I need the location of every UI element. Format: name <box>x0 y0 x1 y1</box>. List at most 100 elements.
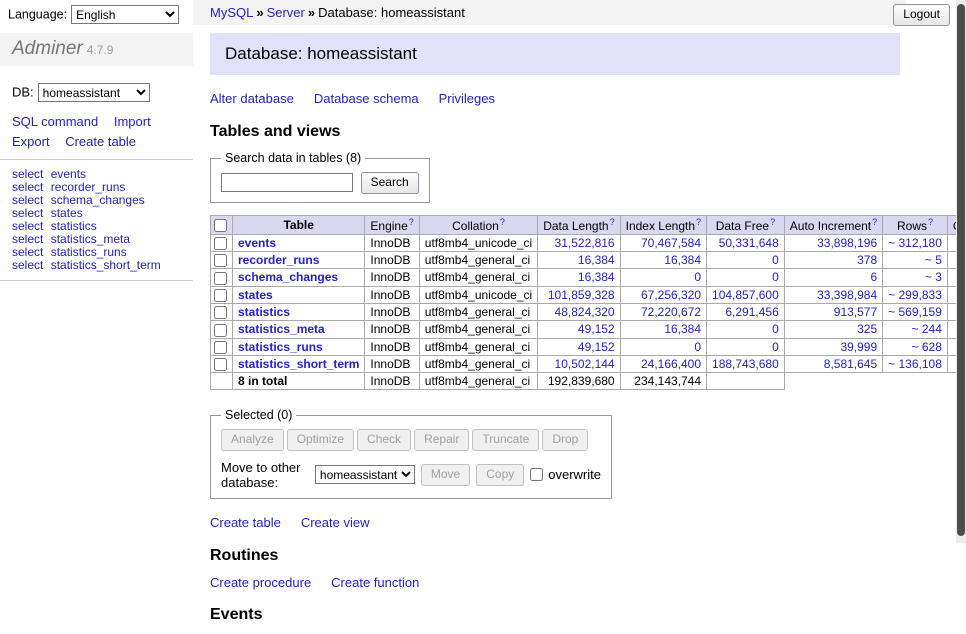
table-link-recorder-runs[interactable]: recorder_runs <box>238 253 319 267</box>
index-length-link[interactable]: 70,467,584 <box>641 236 701 250</box>
check-button[interactable]: Check <box>357 429 411 451</box>
row-checkbox-statistics-meta[interactable] <box>214 324 227 337</box>
data-length-link[interactable]: 16,384 <box>578 270 615 284</box>
sidebar-link-create-table[interactable]: Create table <box>65 134 136 149</box>
table-link-statistics-short-term[interactable]: statistics_short_term <box>238 357 359 371</box>
table-link-statistics-runs[interactable]: statistics_runs <box>238 340 323 354</box>
scrollbar-thumb[interactable] <box>957 4 965 536</box>
rows-count-link[interactable]: ~ 628 <box>912 340 942 354</box>
auto-increment-link[interactable]: 33,898,196 <box>817 236 877 250</box>
create-view-link[interactable]: Create view <box>301 515 370 530</box>
data-free-link[interactable]: 188,743,680 <box>712 357 779 371</box>
table-link-statistics-meta[interactable]: statistics_meta <box>51 232 130 246</box>
data-free-link[interactable]: 104,857,600 <box>712 288 779 302</box>
table-link-statistics-meta[interactable]: statistics_meta <box>238 322 325 336</box>
database-schema-link[interactable]: Database schema <box>314 91 419 106</box>
data-length-link[interactable]: 49,152 <box>578 322 615 336</box>
privileges-link[interactable]: Privileges <box>439 91 495 106</box>
rows-count-link[interactable]: ~ 299,833 <box>888 288 942 302</box>
overwrite-checkbox[interactable] <box>530 468 543 481</box>
auto-increment-link[interactable]: 325 <box>857 322 877 336</box>
index-length-link[interactable]: 72,220,672 <box>641 305 701 319</box>
scrollbar[interactable] <box>956 0 966 543</box>
table-link-recorder-runs[interactable]: recorder_runs <box>51 180 126 194</box>
table-link-statistics[interactable]: statistics <box>51 219 97 233</box>
index-length-link[interactable]: 0 <box>694 270 701 284</box>
rows-count-link[interactable]: ~ 244 <box>912 322 942 336</box>
data-free-link[interactable]: 0 <box>772 270 779 284</box>
table-link-statistics-runs[interactable]: statistics_runs <box>51 245 127 259</box>
language-select[interactable]: English <box>71 5 179 24</box>
table-link-events[interactable]: events <box>51 167 86 181</box>
create-procedure-link[interactable]: Create procedure <box>210 575 311 590</box>
index-length-link[interactable]: 67,256,320 <box>641 288 701 302</box>
row-checkbox-recorder-runs[interactable] <box>214 254 227 267</box>
sidebar-link-sql-command[interactable]: SQL command <box>12 114 98 129</box>
auto-increment-link[interactable]: 913,577 <box>834 305 877 319</box>
create-function-link[interactable]: Create function <box>331 575 419 590</box>
auto-increment-link[interactable]: 33,398,984 <box>817 288 877 302</box>
row-checkbox-events[interactable] <box>214 237 227 250</box>
table-link-states[interactable]: states <box>51 206 83 220</box>
data-free-link[interactable]: 0 <box>772 253 779 267</box>
rows-count-link[interactable]: ~ 3 <box>925 270 942 284</box>
data-length-link[interactable]: 31,522,816 <box>555 236 615 250</box>
table-link-schema-changes[interactable]: schema_changes <box>51 193 145 207</box>
move-db-select[interactable]: homeassistant <box>315 465 415 484</box>
auto-increment-link[interactable]: 8,581,645 <box>824 357 877 371</box>
select-link-states[interactable]: select <box>12 206 43 220</box>
sidebar-link-export[interactable]: Export <box>12 134 50 149</box>
analyze-button[interactable]: Analyze <box>221 429 284 451</box>
data-length-link[interactable]: 101,859,328 <box>548 288 615 302</box>
sidebar-link-import[interactable]: Import <box>114 114 151 129</box>
search-button[interactable]: Search <box>361 172 419 194</box>
help-icon[interactable]: ? <box>409 217 414 227</box>
data-free-link[interactable]: 0 <box>772 340 779 354</box>
select-link-statistics-short-term[interactable]: select <box>12 258 43 272</box>
data-free-link[interactable]: 0 <box>772 322 779 336</box>
row-checkbox-statistics-short-term[interactable] <box>214 358 227 371</box>
select-link-statistics-runs[interactable]: select <box>12 245 43 259</box>
data-length-link[interactable]: 10,502,144 <box>555 357 615 371</box>
auto-increment-link[interactable]: 6 <box>870 270 877 284</box>
table-link-schema-changes[interactable]: schema_changes <box>238 270 338 284</box>
index-length-link[interactable]: 16,384 <box>664 322 701 336</box>
table-link-statistics-short-term[interactable]: statistics_short_term <box>51 258 161 272</box>
auto-increment-link[interactable]: 39,999 <box>840 340 877 354</box>
index-length-link[interactable]: 0 <box>694 340 701 354</box>
row-checkbox-schema-changes[interactable] <box>214 272 227 285</box>
select-link-schema-changes[interactable]: select <box>12 193 43 207</box>
db-select[interactable]: homeassistant <box>38 83 150 102</box>
data-length-link[interactable]: 48,824,320 <box>555 305 615 319</box>
search-input[interactable] <box>221 173 353 192</box>
breadcrumb-mysql-link[interactable]: MySQL <box>210 5 253 20</box>
rows-count-link[interactable]: ~ 569,159 <box>888 305 942 319</box>
help-icon[interactable]: ? <box>610 217 615 227</box>
select-link-statistics[interactable]: select <box>12 219 43 233</box>
create-table-link[interactable]: Create table <box>210 515 281 530</box>
help-icon[interactable]: ? <box>500 217 505 227</box>
row-checkbox-statistics[interactable] <box>214 306 227 319</box>
data-length-link[interactable]: 16,384 <box>578 253 615 267</box>
rows-count-link[interactable]: ~ 5 <box>925 253 942 267</box>
data-free-link[interactable]: 6,291,456 <box>725 305 778 319</box>
app-logo[interactable]: Adminer4.7.9 <box>0 33 193 66</box>
select-link-recorder-runs[interactable]: select <box>12 180 43 194</box>
index-length-link[interactable]: 16,384 <box>664 253 701 267</box>
copy-button[interactable]: Copy <box>476 464 524 486</box>
rows-count-link[interactable]: ~ 136,108 <box>888 357 942 371</box>
select-all-checkbox[interactable] <box>214 219 227 232</box>
select-link-events[interactable]: select <box>12 167 43 181</box>
breadcrumb-server-link[interactable]: Server <box>267 5 305 20</box>
table-link-events[interactable]: events <box>238 236 276 250</box>
help-icon[interactable]: ? <box>770 217 775 227</box>
help-icon[interactable]: ? <box>928 217 933 227</box>
help-icon[interactable]: ? <box>872 217 877 227</box>
data-length-link[interactable]: 49,152 <box>578 340 615 354</box>
alter-database-link[interactable]: Alter database <box>210 91 294 106</box>
move-button[interactable]: Move <box>421 464 470 486</box>
data-free-link[interactable]: 50,331,648 <box>719 236 779 250</box>
select-link-statistics-meta[interactable]: select <box>12 232 43 246</box>
index-length-link[interactable]: 24,166,400 <box>641 357 701 371</box>
repair-button[interactable]: Repair <box>414 429 469 451</box>
